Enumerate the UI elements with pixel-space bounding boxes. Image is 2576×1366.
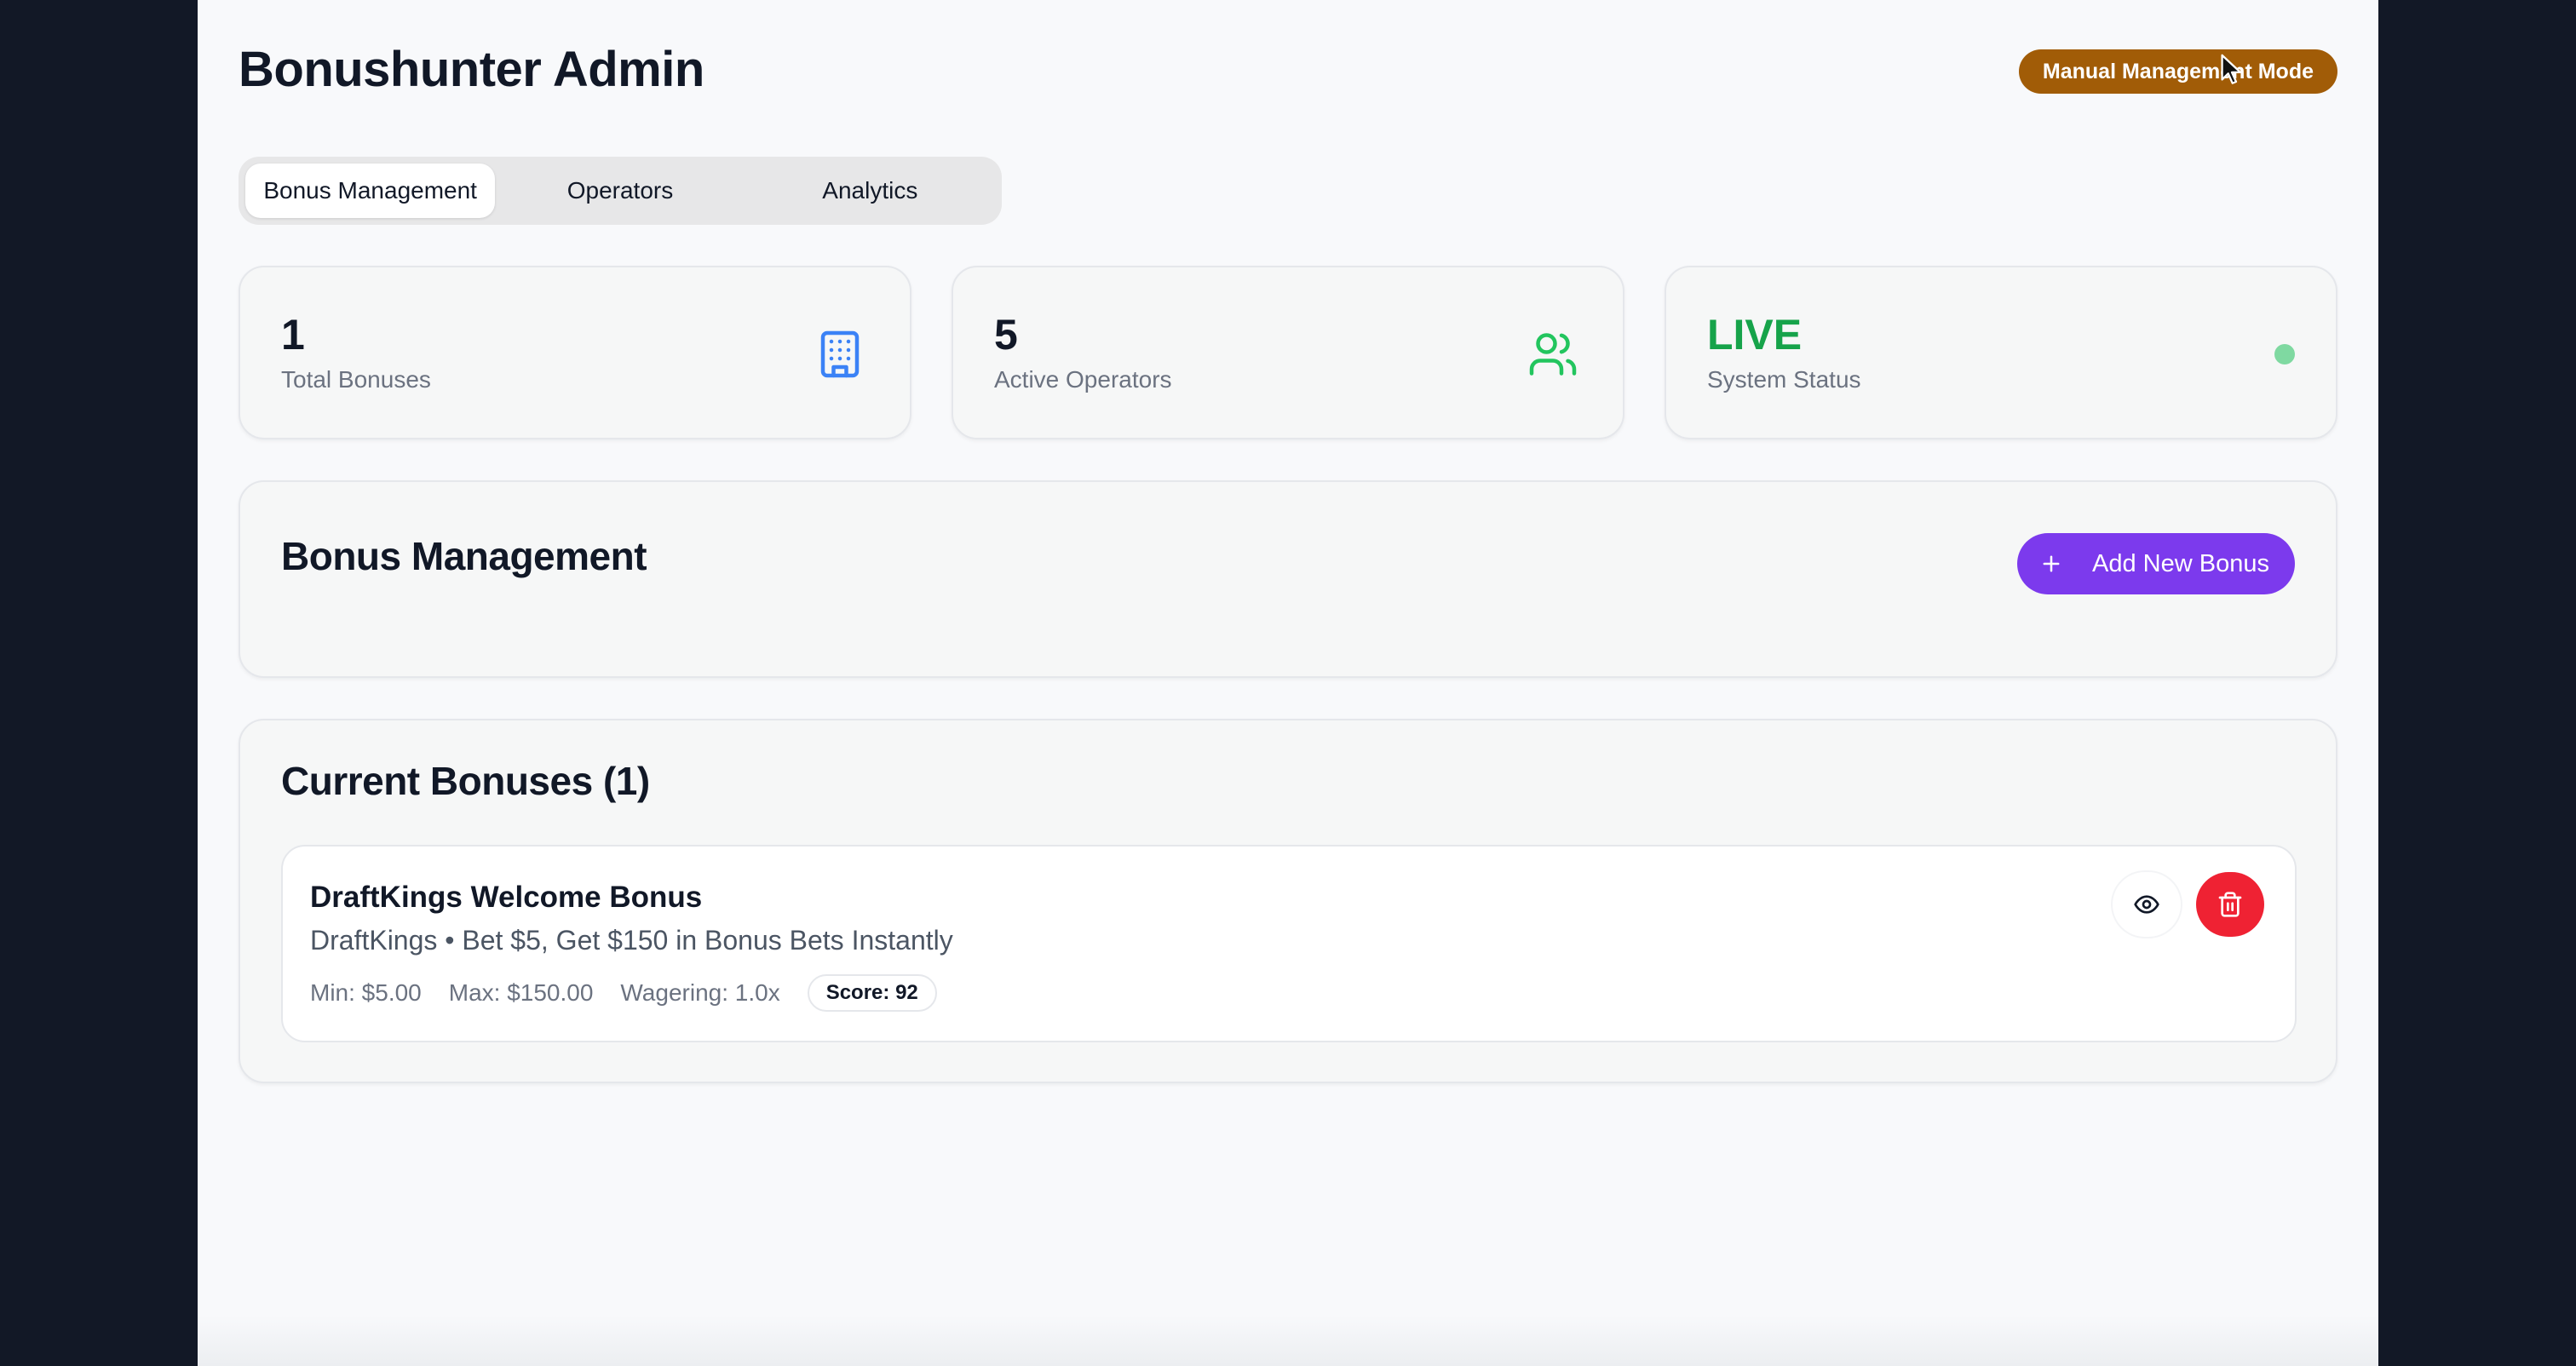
page-bottom-edge: [198, 1315, 2378, 1366]
tab-bonus-management[interactable]: Bonus Management: [245, 164, 496, 218]
current-bonuses-section: Current Bonuses (1) DraftKings Welcome B…: [239, 719, 2337, 1083]
delete-bonus-button[interactable]: [2196, 872, 2264, 937]
score-badge: Score: 92: [807, 974, 937, 1012]
trash-icon: [2218, 892, 2242, 917]
bonus-subtitle: DraftKings • Bet $5, Get $150 in Bonus B…: [310, 925, 953, 956]
total-bonuses-value: 1: [281, 311, 305, 359]
active-operators-label: Active Operators: [994, 366, 1172, 393]
bonus-min: Min: $5.00: [310, 979, 422, 1006]
building-icon: [820, 330, 860, 378]
bonus-card: DraftKings Welcome Bonus DraftKings • Be…: [281, 845, 2297, 1042]
eye-icon: [2134, 895, 2159, 914]
total-bonuses-label: Total Bonuses: [281, 366, 431, 393]
page-title: Bonushunter Admin: [239, 42, 704, 97]
bonus-meta: Min: $5.00 Max: $150.00 Wagering: 1.0x S…: [310, 974, 937, 1012]
system-status-label: System Status: [1707, 366, 1861, 393]
system-status-value: LIVE: [1707, 311, 1803, 359]
bonus-management-section: Bonus Management Add New Bonus: [239, 480, 2337, 678]
admin-page: Bonushunter Admin Manual Management Mode…: [198, 0, 2378, 1366]
stat-card-active-operators: 5 Active Operators: [952, 266, 1624, 439]
users-icon: [1529, 333, 1577, 376]
tab-operators[interactable]: Operators: [495, 164, 745, 218]
add-new-bonus-button[interactable]: Add New Bonus: [2017, 533, 2295, 594]
mouse-cursor-icon: [2221, 54, 2242, 84]
bonus-wagering: Wagering: 1.0x: [620, 979, 780, 1006]
plus-icon: [2043, 555, 2060, 572]
mode-badge[interactable]: Manual Management Mode: [2018, 49, 2337, 94]
tab-analytics[interactable]: Analytics: [745, 164, 995, 218]
current-bonuses-title: Current Bonuses (1): [281, 759, 650, 803]
status-dot-icon: [2274, 344, 2295, 364]
active-operators-value: 5: [994, 311, 1018, 359]
stat-card-system-status: LIVE System Status: [1665, 266, 2337, 439]
bonus-name: DraftKings Welcome Bonus: [310, 881, 703, 914]
stat-card-total-bonuses: 1 Total Bonuses: [239, 266, 911, 439]
tab-bar: Bonus Management Operators Analytics: [239, 157, 1002, 225]
view-bonus-button[interactable]: [2113, 872, 2181, 937]
bonus-max: Max: $150.00: [448, 979, 594, 1006]
add-new-bonus-label: Add New Bonus: [2092, 549, 2269, 577]
bonus-management-title: Bonus Management: [281, 534, 647, 578]
